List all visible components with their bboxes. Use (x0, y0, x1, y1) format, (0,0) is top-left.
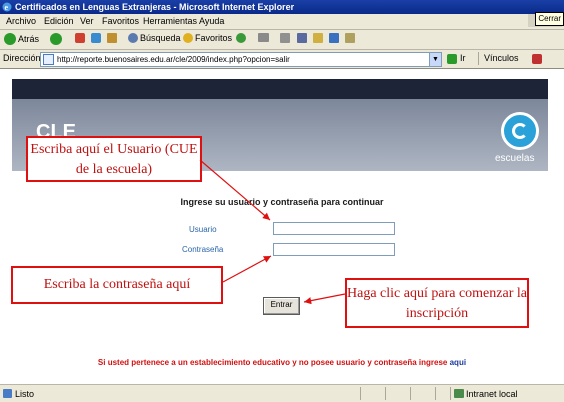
arrow-to-usuario (199, 159, 271, 221)
arrow-to-entrar (303, 293, 346, 305)
arrow-to-contrasena (222, 255, 272, 283)
close-tooltip: Cerrar (535, 12, 564, 26)
callout-arrows (199, 159, 346, 305)
